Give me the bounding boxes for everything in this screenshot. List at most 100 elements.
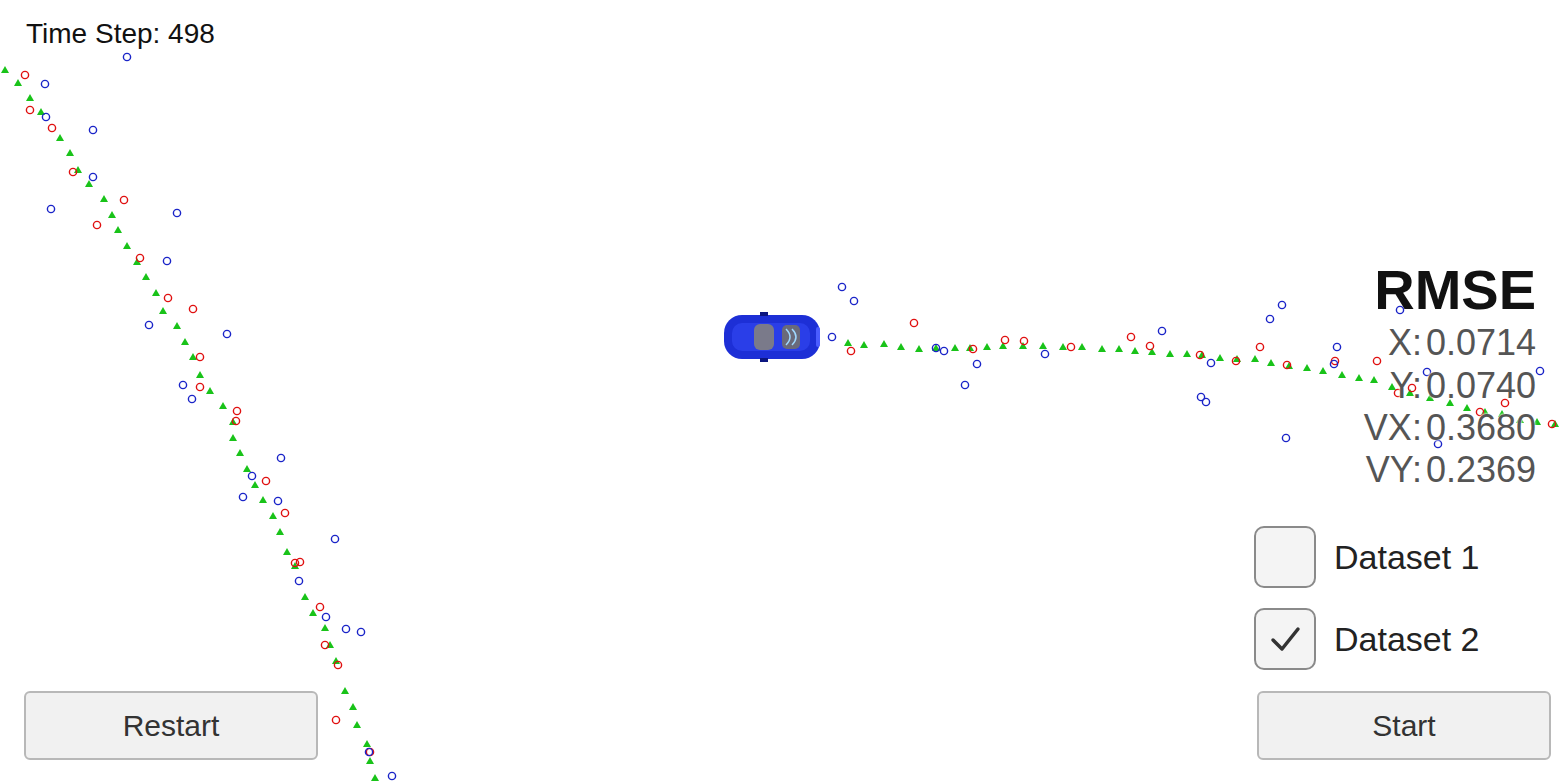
measurement-marker — [828, 333, 835, 340]
measurement-marker — [1333, 343, 1340, 350]
ground-truth-marker — [100, 195, 108, 202]
ground-truth-marker — [332, 657, 340, 664]
measurement-series — [1, 66, 1559, 781]
measurement-marker — [89, 126, 96, 133]
measurement-marker — [281, 509, 288, 516]
ground-truth-marker — [236, 449, 244, 456]
measurement-marker — [1330, 360, 1337, 367]
ground-truth-marker — [14, 79, 22, 86]
measurement-marker — [1548, 420, 1555, 427]
start-button[interactable]: Start — [1257, 691, 1551, 760]
ground-truth-marker — [259, 496, 267, 503]
measurement-marker — [1207, 359, 1214, 366]
dataset-option[interactable]: Dataset 1 — [1254, 526, 1480, 588]
rmse-row: VY:0.2369 — [1366, 449, 1536, 491]
measurement-marker — [342, 625, 349, 632]
ground-truth-marker — [844, 339, 852, 346]
ground-truth-marker — [915, 345, 923, 352]
rmse-value: 0.2369 — [1426, 449, 1536, 491]
measurement-marker — [1232, 357, 1239, 364]
measurement-marker — [322, 613, 329, 620]
measurement-marker — [42, 113, 49, 120]
ground-truth-marker — [229, 434, 237, 441]
measurement-marker — [1283, 361, 1290, 368]
rmse-label: X: — [1388, 322, 1422, 364]
measurement-marker — [21, 71, 28, 78]
measurement-marker — [847, 347, 854, 354]
measurement-marker — [388, 772, 395, 779]
ground-truth-marker — [951, 344, 959, 351]
ground-truth-marker — [251, 481, 259, 488]
rmse-label: VX: — [1364, 407, 1422, 449]
measurement-marker — [1536, 367, 1543, 374]
ground-truth-marker — [152, 289, 160, 296]
car-icon — [724, 312, 820, 362]
ground-truth-marker — [206, 387, 214, 394]
restart-button[interactable]: Restart — [24, 691, 318, 760]
ground-truth-marker — [983, 343, 991, 350]
measurement-marker — [357, 628, 364, 635]
ground-truth-marker — [173, 322, 181, 329]
rmse-row: X:0.0714 — [1388, 322, 1536, 364]
measurement-marker — [173, 209, 180, 216]
measurement-marker — [69, 168, 76, 175]
measurement-marker — [1020, 337, 1027, 344]
ground-truth-marker — [363, 740, 371, 747]
dataset-option[interactable]: Dataset 2 — [1254, 608, 1480, 670]
ground-truth-marker — [1267, 359, 1275, 366]
ground-truth-marker — [1098, 345, 1106, 352]
measurement-marker — [365, 748, 372, 755]
measurement-marker — [136, 254, 143, 261]
ground-truth-marker — [353, 721, 361, 728]
measurement-marker — [145, 321, 152, 328]
ground-truth-marker — [243, 465, 251, 472]
measurement-marker — [291, 559, 298, 566]
measurement-marker — [48, 124, 55, 131]
measurement-marker — [1146, 342, 1153, 349]
dataset-label[interactable]: Dataset 2 — [1334, 620, 1480, 659]
ground-truth-marker — [142, 273, 150, 280]
measurement-marker — [1266, 315, 1273, 322]
ground-truth-marker — [1216, 354, 1224, 361]
ground-truth-marker — [897, 343, 905, 350]
measurement-marker — [1001, 336, 1008, 343]
ground-truth-marker — [1370, 376, 1378, 383]
measurement-marker — [47, 205, 54, 212]
measurement-marker — [120, 196, 127, 203]
ground-truth-marker — [349, 703, 357, 710]
simulator-stage: Time Step: 498 RMSEX:0.0714Y:0.0740VX:0.… — [0, 0, 1568, 784]
rmse-title: RMSE — [1374, 258, 1536, 322]
measurement-marker — [277, 454, 284, 461]
measurement-marker — [1373, 357, 1380, 364]
measurement-marker — [838, 283, 845, 290]
ground-truth-marker — [1, 66, 9, 73]
measurement-marker — [973, 360, 980, 367]
measurement-marker — [1158, 327, 1165, 334]
measurement-marker — [232, 417, 239, 424]
measurement-marker — [196, 353, 203, 360]
measurement-marker — [1282, 434, 1289, 441]
measurement-marker — [332, 716, 339, 723]
ground-truth-marker — [276, 528, 284, 535]
ground-truth-marker — [159, 307, 167, 314]
ground-truth-marker — [56, 134, 64, 141]
ground-truth-marker — [366, 757, 374, 764]
ground-truth-marker — [26, 94, 34, 101]
measurement-marker — [89, 173, 96, 180]
dataset-label[interactable]: Dataset 1 — [1334, 538, 1480, 577]
measurement-marker — [179, 381, 186, 388]
ground-truth-marker — [1303, 364, 1311, 371]
ground-truth-marker — [1059, 343, 1067, 350]
measurement-marker — [233, 407, 240, 414]
rmse-panel: RMSEX:0.0714Y:0.0740VX:0.3680VY:0.2369 — [1364, 258, 1536, 491]
ground-truth-marker — [1115, 345, 1123, 352]
dataset-checkbox[interactable] — [1254, 608, 1316, 670]
rmse-label: Y: — [1390, 365, 1422, 407]
dataset-checkbox[interactable] — [1254, 526, 1316, 588]
measurement-marker — [1127, 333, 1134, 340]
measurement-marker — [41, 80, 48, 87]
measurement-marker — [331, 535, 338, 542]
measurement-marker — [1202, 398, 1209, 405]
measurement-marker — [248, 472, 255, 479]
rmse-value: 0.3680 — [1426, 407, 1536, 449]
